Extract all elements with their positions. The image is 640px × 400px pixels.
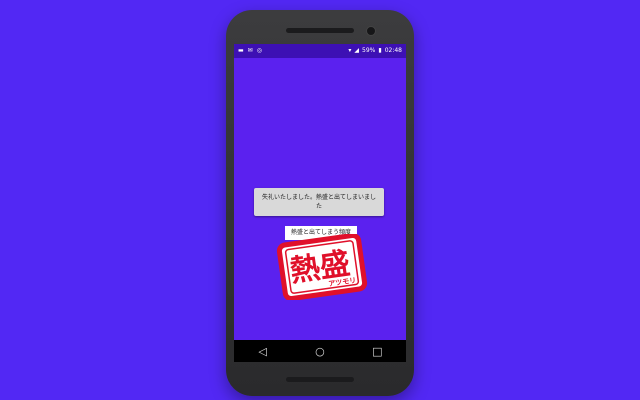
app-content: 失礼いたしました。熱盛と出てしまいました 熱盛と出てしまう頻度 熱盛 アツモリ [234, 58, 406, 340]
atsumori-stamp: 熱盛 アツモリ [276, 234, 368, 300]
back-button[interactable]: ◁ [251, 341, 275, 361]
back-icon: ◁ [258, 344, 267, 358]
phone-device: ▬ ✉ ◎ ▾ ◢ 59% ▮ 02:48 失礼いたしました。熱盛と出てしまいま… [226, 10, 414, 396]
phone-screen: ▬ ✉ ◎ ▾ ◢ 59% ▮ 02:48 失礼いたしました。熱盛と出てしまいま… [234, 44, 406, 362]
bottom-speaker [286, 377, 354, 382]
mail-icon: ✉ [247, 47, 253, 54]
notification-icon: ▬ [238, 47, 244, 54]
status-time: 02:48 [384, 47, 402, 54]
home-icon: ○ [315, 344, 325, 358]
signal-icon: ◢ [354, 47, 360, 54]
front-camera [366, 26, 376, 36]
battery-icon: ▮ [378, 47, 382, 54]
battery-percent: 59% [362, 47, 376, 54]
status-bar: ▬ ✉ ◎ ▾ ◢ 59% ▮ 02:48 [234, 44, 406, 58]
status-right-icons: ▾ ◢ 59% ▮ 02:48 [348, 48, 402, 54]
recents-button[interactable]: □ [365, 341, 389, 361]
message-button[interactable]: 失礼いたしました。熱盛と出てしまいました [254, 188, 384, 216]
status-left-icons: ▬ ✉ ◎ [238, 48, 262, 54]
sync-icon: ◎ [256, 47, 262, 54]
recents-icon: □ [372, 344, 383, 358]
home-button[interactable]: ○ [308, 341, 332, 361]
wifi-icon: ▾ [348, 47, 352, 54]
top-speaker [286, 28, 354, 33]
navigation-bar: ◁ ○ □ [234, 340, 406, 362]
